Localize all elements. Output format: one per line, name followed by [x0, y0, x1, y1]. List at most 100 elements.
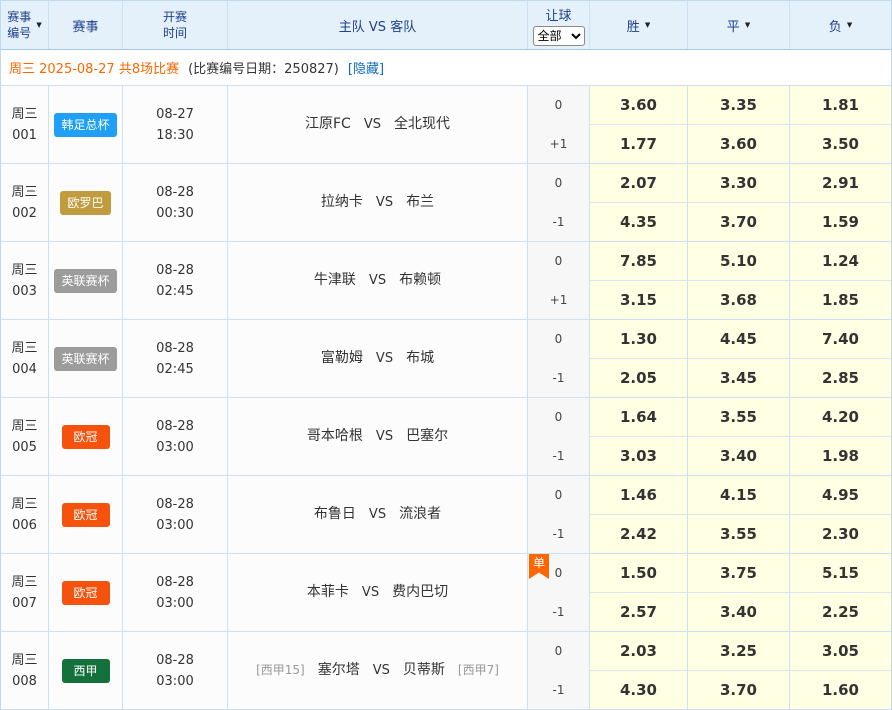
- lose-sort-icon[interactable]: ▼: [847, 21, 852, 29]
- odds-win[interactable]: 2.57: [590, 593, 688, 631]
- odds-lose[interactable]: 4.20: [790, 398, 891, 437]
- odds-win[interactable]: 1.46: [590, 476, 688, 515]
- vs-label: VS: [376, 426, 393, 447]
- odds-grid: 1.50 3.75 5.15 2.57 3.40 2.25: [590, 554, 891, 631]
- away-team: 布兰: [406, 192, 434, 213]
- header-match-number[interactable]: 赛事 编号 ▼: [1, 1, 49, 49]
- odds-win[interactable]: 3.03: [590, 437, 688, 475]
- header-draw[interactable]: 平 ▼: [688, 1, 790, 49]
- header-lose[interactable]: 负 ▼: [790, 1, 891, 49]
- match-id: 001: [12, 125, 37, 146]
- odds-win[interactable]: 4.30: [590, 671, 688, 709]
- odds-win[interactable]: 1.50: [590, 554, 688, 593]
- header-draw-label: 平: [727, 16, 740, 35]
- odds-draw[interactable]: 3.70: [688, 203, 790, 241]
- teams-cell: 富勒姆 VS 布城: [228, 320, 528, 397]
- odds-lose[interactable]: 7.40: [790, 320, 891, 359]
- handicap-value: -1: [528, 437, 589, 475]
- match-hour: 02:45: [156, 359, 193, 380]
- odds-lose[interactable]: 1.60: [790, 671, 891, 709]
- odds-draw[interactable]: 3.25: [688, 632, 790, 671]
- odds-lose[interactable]: 3.50: [790, 125, 891, 163]
- handicap-cell: 0 -1: [528, 476, 590, 553]
- home-team: 哥本哈根: [307, 426, 363, 447]
- handicap-filter-select[interactable]: 全部: [533, 26, 585, 46]
- odds-draw[interactable]: 3.55: [688, 515, 790, 553]
- odds-draw[interactable]: 3.45: [688, 359, 790, 397]
- match-id: 006: [12, 515, 37, 536]
- home-team: 布鲁日: [314, 504, 356, 525]
- match-id: 007: [12, 593, 37, 614]
- league-badge[interactable]: 欧罗巴: [60, 191, 110, 215]
- odds-lose[interactable]: 1.85: [790, 281, 891, 319]
- odds-grid: 7.85 5.10 1.24 3.15 3.68 1.85: [590, 242, 891, 319]
- odds-win[interactable]: 4.35: [590, 203, 688, 241]
- odds-lose[interactable]: 1.98: [790, 437, 891, 475]
- draw-sort-icon[interactable]: ▼: [745, 21, 750, 29]
- odds-lose[interactable]: 2.85: [790, 359, 891, 397]
- match-date: 08-28: [156, 338, 194, 359]
- away-team: 布城: [406, 348, 434, 369]
- odds-lose[interactable]: 3.05: [790, 632, 891, 671]
- odds-draw[interactable]: 3.30: [688, 164, 790, 203]
- match-number-sort-icon[interactable]: ▼: [36, 21, 41, 29]
- league-badge[interactable]: 英联赛杯: [54, 269, 116, 293]
- odds-draw[interactable]: 3.55: [688, 398, 790, 437]
- odds-win[interactable]: 1.30: [590, 320, 688, 359]
- odds-grid: 1.64 3.55 4.20 3.03 3.40 1.98: [590, 398, 891, 475]
- odds-grid: 2.07 3.30 2.91 4.35 3.70 1.59: [590, 164, 891, 241]
- odds-win[interactable]: 1.77: [590, 125, 688, 163]
- handicap-value: 0: [528, 632, 589, 671]
- odds-lose[interactable]: 4.95: [790, 476, 891, 515]
- odds-lose[interactable]: 1.81: [790, 86, 891, 125]
- league-badge[interactable]: 欧冠: [62, 581, 110, 605]
- odds-draw[interactable]: 4.15: [688, 476, 790, 515]
- match-time: 08-27 18:30: [123, 86, 228, 163]
- odds-lose[interactable]: 5.15: [790, 554, 891, 593]
- odds-draw[interactable]: 4.45: [688, 320, 790, 359]
- league-cell: 欧冠: [49, 476, 123, 553]
- odds-win[interactable]: 7.85: [590, 242, 688, 281]
- odds-lose[interactable]: 1.24: [790, 242, 891, 281]
- league-badge[interactable]: 欧冠: [62, 425, 110, 449]
- odds-win[interactable]: 3.15: [590, 281, 688, 319]
- odds-lose[interactable]: 1.59: [790, 203, 891, 241]
- match-number: 周三 008: [1, 632, 49, 709]
- odds-lose[interactable]: 2.91: [790, 164, 891, 203]
- header-match-number-line2: 编号: [7, 25, 31, 41]
- odds-lose[interactable]: 2.30: [790, 515, 891, 553]
- match-weekday: 周三: [11, 572, 37, 593]
- odds-win[interactable]: 2.03: [590, 632, 688, 671]
- league-cell: 英联赛杯: [49, 242, 123, 319]
- odds-grid: 1.30 4.45 7.40 2.05 3.45 2.85: [590, 320, 891, 397]
- league-badge[interactable]: 英联赛杯: [54, 347, 116, 371]
- odds-win[interactable]: 1.64: [590, 398, 688, 437]
- match-date: 08-28: [156, 572, 194, 593]
- odds-draw[interactable]: 3.40: [688, 593, 790, 631]
- hide-link[interactable]: [隐藏]: [348, 58, 384, 77]
- handicap-value: +1: [528, 281, 589, 319]
- league-badge[interactable]: 欧冠: [62, 503, 110, 527]
- league-badge[interactable]: 韩足总杯: [54, 113, 116, 137]
- odds-win[interactable]: 2.05: [590, 359, 688, 397]
- odds-win[interactable]: 2.07: [590, 164, 688, 203]
- odds-draw[interactable]: 5.10: [688, 242, 790, 281]
- match-row: 周三 006 欧冠 08-28 03:00 布鲁日 VS 流浪者 0 -1 1.…: [1, 476, 891, 554]
- odds-grid: 1.46 4.15 4.95 2.42 3.55 2.30: [590, 476, 891, 553]
- odds-draw[interactable]: 3.35: [688, 86, 790, 125]
- odds-draw[interactable]: 3.60: [688, 125, 790, 163]
- league-badge[interactable]: 西甲: [62, 659, 110, 683]
- football-odds-table: 赛事 编号 ▼ 赛事 开赛 时间 主队 VS 客队 让球 全部: [0, 0, 892, 710]
- odds-draw[interactable]: 3.70: [688, 671, 790, 709]
- odds-draw[interactable]: 3.68: [688, 281, 790, 319]
- handicap-cell: 0 -1: [528, 632, 590, 709]
- match-number: 周三 007: [1, 554, 49, 631]
- odds-draw[interactable]: 3.75: [688, 554, 790, 593]
- win-sort-icon[interactable]: ▼: [645, 21, 650, 29]
- odds-lose[interactable]: 2.25: [790, 593, 891, 631]
- handicap-value: 0: [528, 476, 589, 515]
- odds-win[interactable]: 2.42: [590, 515, 688, 553]
- header-win[interactable]: 胜 ▼: [590, 1, 688, 49]
- odds-draw[interactable]: 3.40: [688, 437, 790, 475]
- odds-win[interactable]: 3.60: [590, 86, 688, 125]
